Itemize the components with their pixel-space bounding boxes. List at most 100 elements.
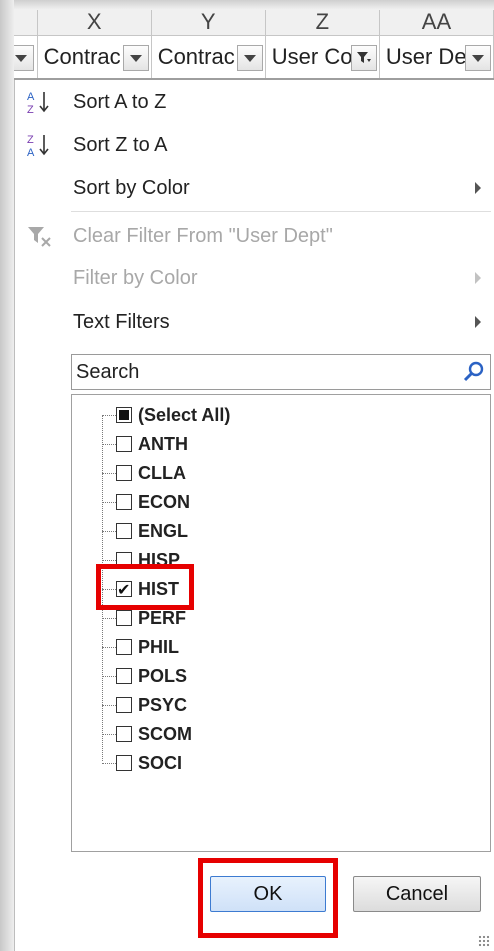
header-label: User Co [271, 44, 353, 69]
tree-branch [102, 415, 116, 416]
filter-dropdown-button[interactable] [236, 45, 263, 71]
svg-text:A: A [27, 91, 35, 103]
menu-sort-z-to-a[interactable]: Z A Sort Z to A [15, 125, 494, 165]
header-cell-user-dept: User De [380, 36, 494, 78]
checkbox[interactable] [116, 726, 132, 742]
header-cell-contract-2: Contrac [152, 36, 266, 78]
window-shadow-left [0, 0, 14, 951]
filter-dropdown-button[interactable] [14, 45, 34, 71]
list-item-label: PSYC [138, 695, 188, 715]
list-item-label: ECON [138, 492, 191, 512]
list-item[interactable]: PSYC [102, 691, 402, 720]
tree-branch [102, 618, 116, 619]
menu-label: Clear Filter From "User Dept" [73, 225, 333, 247]
checkbox[interactable] [116, 668, 132, 684]
checkbox[interactable] [116, 523, 132, 539]
list-item[interactable]: ANTH [102, 430, 402, 459]
tree-branch [102, 531, 116, 532]
list-item-label: ENGL [138, 521, 189, 541]
filter-value-list[interactable]: (Select All) ANTH CLLA ECON ENGL HISP ✔ … [71, 394, 491, 852]
filter-dropdown-window: X Y Z AA Contrac Contrac User Co User De [0, 0, 494, 951]
checkbox[interactable] [116, 494, 132, 510]
menu-label: Filter by Color [73, 267, 198, 289]
column-letter-y[interactable]: Y [152, 10, 266, 35]
list-item-label: (Select All) [138, 405, 231, 425]
tree-branch [102, 676, 116, 677]
checkbox[interactable] [116, 697, 132, 713]
search-input[interactable] [72, 355, 452, 389]
cancel-button[interactable]: Cancel [353, 876, 481, 912]
column-letter-header: X Y Z AA [14, 10, 494, 36]
filter-dropdown-button[interactable] [122, 45, 149, 71]
tree-branch [102, 763, 116, 764]
list-item[interactable]: ECON [102, 488, 402, 517]
filter-active-button[interactable] [350, 45, 377, 71]
checkbox[interactable] [116, 610, 132, 626]
list-item-select-all[interactable]: (Select All) [102, 401, 402, 430]
checkbox[interactable] [116, 465, 132, 481]
column-letter-z[interactable]: Z [266, 10, 380, 35]
list-item-label: ANTH [138, 434, 188, 454]
list-item-label: POLS [138, 666, 188, 686]
column-letter-aa[interactable]: AA [380, 10, 494, 35]
chevron-right-icon [475, 272, 481, 284]
svg-text:Z: Z [27, 134, 34, 146]
sort-descending-icon: Z A [27, 134, 49, 159]
tree-branch [102, 647, 116, 648]
filter-dropdown-button-active[interactable] [464, 45, 491, 71]
menu-sort-by-color[interactable]: Sort by Color [15, 168, 494, 208]
resize-grip[interactable] [478, 935, 490, 947]
chevron-right-icon [475, 182, 481, 194]
list-item[interactable]: PHIL [102, 633, 402, 662]
list-item[interactable]: CLLA [102, 459, 402, 488]
list-item[interactable]: POLS [102, 662, 402, 691]
list-item-label: SCOM [138, 724, 192, 744]
filter-menu: A Z Sort A to Z Z A Sort Z to A Sort by … [14, 80, 494, 951]
header-label: Contrac [157, 44, 235, 69]
sort-ascending-icon: A Z [27, 91, 49, 116]
menu-sort-a-to-z[interactable]: A Z Sort A to Z [15, 82, 494, 122]
chevron-right-icon [475, 316, 481, 328]
menu-separator [71, 211, 491, 212]
checkbox[interactable] [116, 755, 132, 771]
window-shadow-top [0, 0, 494, 10]
table-header-row: Contrac Contrac User Co User De [14, 36, 494, 80]
tree-branch [102, 473, 116, 474]
menu-text-filters[interactable]: Text Filters [15, 302, 494, 342]
list-item-label: SOCI [138, 753, 183, 773]
tree-branch [102, 502, 116, 503]
list-item-label: CLLA [138, 463, 186, 483]
tree-branch [102, 560, 116, 561]
clear-filter-icon [28, 227, 51, 247]
search-icon[interactable] [462, 360, 486, 384]
list-item-label: PHIL [138, 637, 180, 657]
highlight-box-hist [96, 564, 194, 610]
menu-label: Sort Z to A [73, 134, 168, 156]
header-cell-partial [14, 36, 38, 78]
checkbox[interactable] [116, 639, 132, 655]
list-item[interactable]: SOCI [102, 749, 402, 778]
column-letter-blank [14, 10, 38, 35]
chevron-down-icon [129, 54, 142, 62]
header-label: Contrac [43, 44, 121, 69]
checkbox[interactable] [116, 436, 132, 452]
svg-text:A: A [27, 147, 35, 159]
header-label: User De [385, 44, 467, 69]
menu-filter-by-color[interactable]: Filter by Color [15, 258, 494, 298]
chevron-down-icon [15, 54, 27, 62]
menu-clear-filter[interactable]: Clear Filter From "User Dept" [15, 216, 494, 256]
checkbox-select-all[interactable] [116, 407, 132, 423]
chevron-down-icon [243, 54, 256, 62]
column-letter-x[interactable]: X [38, 10, 152, 35]
tree-branch [102, 734, 116, 735]
tree-branch [102, 444, 116, 445]
header-cell-user-co: User Co [266, 36, 380, 78]
menu-label: Sort by Color [73, 177, 190, 199]
filter-funnel-icon [356, 52, 371, 63]
menu-label: Text Filters [73, 311, 170, 333]
list-item[interactable]: SCOM [102, 720, 402, 749]
chevron-down-icon [471, 54, 484, 62]
svg-text:Z: Z [27, 104, 34, 116]
header-cell-contract-1: Contrac [38, 36, 152, 78]
list-item[interactable]: ENGL [102, 517, 402, 546]
